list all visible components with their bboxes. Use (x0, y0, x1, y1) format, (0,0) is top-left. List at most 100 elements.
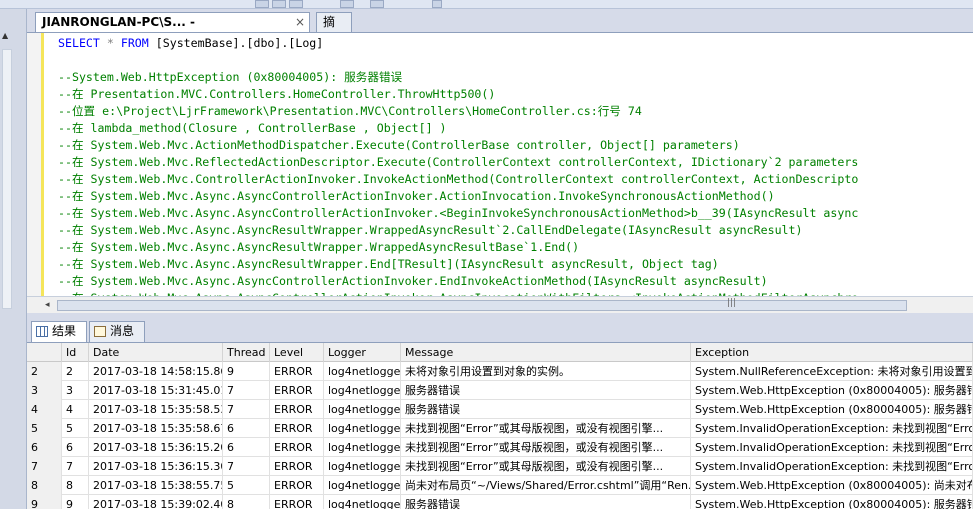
code-line[interactable] (58, 52, 858, 69)
cell-row-number[interactable]: 5 (27, 419, 62, 438)
cell-logger[interactable]: log4netlogger (324, 419, 401, 438)
table-row[interactable]: 3 3 2017-03-18 15:31:45.017 7 ERROR log4netlo… (27, 381, 973, 400)
code-line[interactable]: --在 System.Web.Mvc.ActionMethodDispatche… (58, 137, 858, 154)
code-line[interactable]: --在 System.Web.Mvc.Async.AsyncResultWrap… (58, 239, 858, 256)
cell-logger[interactable]: log4netlogger (324, 495, 401, 509)
column-header-date[interactable]: Date (89, 343, 223, 362)
toolbar-button[interactable] (340, 0, 354, 8)
cell-logger[interactable]: log4netlogger (324, 381, 401, 400)
toolbar-button[interactable] (289, 0, 303, 8)
cell-thread[interactable]: 5 (223, 476, 270, 495)
cell-date[interactable]: 2017-03-18 15:35:58.530 (89, 400, 223, 419)
tab-summary[interactable]: 摘要 (316, 12, 352, 47)
table-row[interactable]: 8 8 2017-03-18 15:38:55.753 5 ERROR log4netlo… (27, 476, 973, 495)
cell-thread[interactable]: 8 (223, 495, 270, 509)
scrollbar-thumb[interactable] (57, 300, 907, 311)
code-line[interactable]: --位置 e:\Project\LjrFramework\Presentatio… (58, 103, 858, 120)
cell-date[interactable]: 2017-03-18 15:39:02.407 (89, 495, 223, 509)
cell-row-number[interactable]: 8 (27, 476, 62, 495)
cell-level[interactable]: ERROR (270, 457, 324, 476)
cell-thread[interactable]: 7 (223, 400, 270, 419)
results-grid[interactable]: Id Date Thread Level Logger Message Exception 2… (27, 342, 973, 509)
cell-id[interactable]: 5 (62, 419, 89, 438)
cell-exception[interactable]: System.InvalidOperationException: 未找到视图“… (691, 457, 973, 476)
toolbar-button[interactable] (272, 0, 286, 8)
column-header-row-number[interactable] (27, 343, 62, 362)
cell-exception[interactable]: System.NullReferenceException: 未将对象引用设置到… (691, 362, 973, 381)
toolbar-button[interactable] (370, 0, 384, 8)
tab-results[interactable]: 结果 (31, 321, 87, 342)
code-line[interactable]: --在 System.Web.Mvc.Async.AsyncController… (58, 205, 858, 222)
cell-row-number[interactable]: 9 (27, 495, 62, 509)
cell-row-number[interactable]: 6 (27, 438, 62, 457)
left-dock-scrollbar[interactable] (2, 49, 12, 309)
code-line[interactable]: --在 System.Web.Mvc.ReflectedActionDescri… (58, 154, 858, 171)
cell-message[interactable]: 尚未对布局页“~/Views/Shared/Error.cshtml”调用“Re… (401, 476, 691, 495)
cell-level[interactable]: ERROR (270, 438, 324, 457)
table-row[interactable]: 9 9 2017-03-18 15:39:02.407 8 ERROR log4netlo… (27, 495, 973, 509)
code-line[interactable]: --在 System.Web.Mvc.Async.AsyncController… (58, 273, 858, 290)
code-line[interactable]: --在 Presentation.MVC.Controllers.HomeCon… (58, 86, 858, 103)
tab-sqlquery1[interactable]: JIANRONGLAN-PC\S... - SQLQuery1.sql* × (35, 12, 310, 47)
cell-message[interactable]: 未找到视图“Error”或其母版视图，或没有视图引擎... (401, 457, 691, 476)
cell-exception[interactable]: System.Web.HttpException (0x80004005): 服… (691, 400, 973, 419)
close-icon[interactable]: × (295, 13, 305, 31)
cell-message[interactable]: 服务器错误 (401, 495, 691, 509)
cell-row-number[interactable]: 4 (27, 400, 62, 419)
cell-thread[interactable]: 7 (223, 457, 270, 476)
cell-exception[interactable]: System.InvalidOperationException: 未找到视图“… (691, 419, 973, 438)
cell-level[interactable]: ERROR (270, 419, 324, 438)
cell-exception[interactable]: System.Web.HttpException (0x80004005): 服… (691, 495, 973, 509)
cell-row-number[interactable]: 7 (27, 457, 62, 476)
cell-date[interactable]: 2017-03-18 15:35:58.677 (89, 419, 223, 438)
cell-id[interactable]: 2 (62, 362, 89, 381)
column-header-exception[interactable]: Exception (691, 343, 973, 362)
cell-level[interactable]: ERROR (270, 381, 324, 400)
cell-level[interactable]: ERROR (270, 495, 324, 509)
table-row[interactable]: 4 4 2017-03-18 15:35:58.530 7 ERROR log4netlo… (27, 400, 973, 419)
cell-logger[interactable]: log4netlogger (324, 362, 401, 381)
cell-level[interactable]: ERROR (270, 362, 324, 381)
cell-thread[interactable]: 9 (223, 362, 270, 381)
code-line[interactable]: --在 lambda_method(Closure , ControllerBa… (58, 120, 858, 137)
cell-exception[interactable]: System.Web.HttpException (0x80004005): 服… (691, 381, 973, 400)
code-line[interactable]: --System.Web.HttpException (0x80004005):… (58, 69, 858, 86)
cell-date[interactable]: 2017-03-18 15:36:15.207 (89, 438, 223, 457)
column-header-level[interactable]: Level (270, 343, 324, 362)
cell-exception[interactable]: System.Web.HttpException (0x80004005): 尚… (691, 476, 973, 495)
cell-thread[interactable]: 6 (223, 438, 270, 457)
toolbar-dropdown-arrow[interactable] (432, 0, 442, 8)
code-line[interactable]: SELECT * FROM [SystemBase].[dbo].[Log] (58, 35, 858, 52)
editor-horizontal-scrollbar[interactable]: ◂ ||| (27, 296, 973, 313)
scroll-up-icon[interactable]: ▲ (2, 31, 12, 41)
cell-date[interactable]: 2017-03-18 14:58:15.860 (89, 362, 223, 381)
cell-id[interactable]: 9 (62, 495, 89, 509)
cell-exception[interactable]: System.InvalidOperationException: 未找到视图“… (691, 438, 973, 457)
cell-id[interactable]: 3 (62, 381, 89, 400)
tab-messages[interactable]: 消息 (89, 321, 145, 342)
column-header-id[interactable]: Id (62, 343, 89, 362)
cell-date[interactable]: 2017-03-18 15:31:45.017 (89, 381, 223, 400)
cell-message[interactable]: 未找到视图“Error”或其母版视图，或没有视图引擎... (401, 419, 691, 438)
cell-level[interactable]: ERROR (270, 400, 324, 419)
cell-message[interactable]: 未将对象引用设置到对象的实例。 (401, 362, 691, 381)
cell-logger[interactable]: log4netlogger (324, 457, 401, 476)
toolbar-button[interactable] (255, 0, 269, 8)
table-row[interactable]: 6 6 2017-03-18 15:36:15.207 6 ERROR log4netlo… (27, 438, 973, 457)
table-row[interactable]: 2 2 2017-03-18 14:58:15.860 9 ERROR log4netlo… (27, 362, 973, 381)
cell-id[interactable]: 8 (62, 476, 89, 495)
code-line[interactable]: --在 System.Web.Mvc.Async.AsyncController… (58, 188, 858, 205)
code-line[interactable]: --在 System.Web.Mvc.Async.AsyncResultWrap… (58, 222, 858, 239)
cell-logger[interactable]: log4netlogger (324, 438, 401, 457)
cell-row-number[interactable]: 2 (27, 362, 62, 381)
table-row[interactable]: 7 7 2017-03-18 15:36:15.307 7 ERROR log4netlo… (27, 457, 973, 476)
cell-logger[interactable]: log4netlogger (324, 400, 401, 419)
code-line[interactable]: --在 System.Web.Mvc.ControllerActionInvok… (58, 171, 858, 188)
column-header-logger[interactable]: Logger (324, 343, 401, 362)
cell-thread[interactable]: 6 (223, 419, 270, 438)
cell-date[interactable]: 2017-03-18 15:36:15.307 (89, 457, 223, 476)
cell-thread[interactable]: 7 (223, 381, 270, 400)
table-row[interactable]: 5 5 2017-03-18 15:35:58.677 6 ERROR log4netlo… (27, 419, 973, 438)
cell-level[interactable]: ERROR (270, 476, 324, 495)
cell-id[interactable]: 7 (62, 457, 89, 476)
